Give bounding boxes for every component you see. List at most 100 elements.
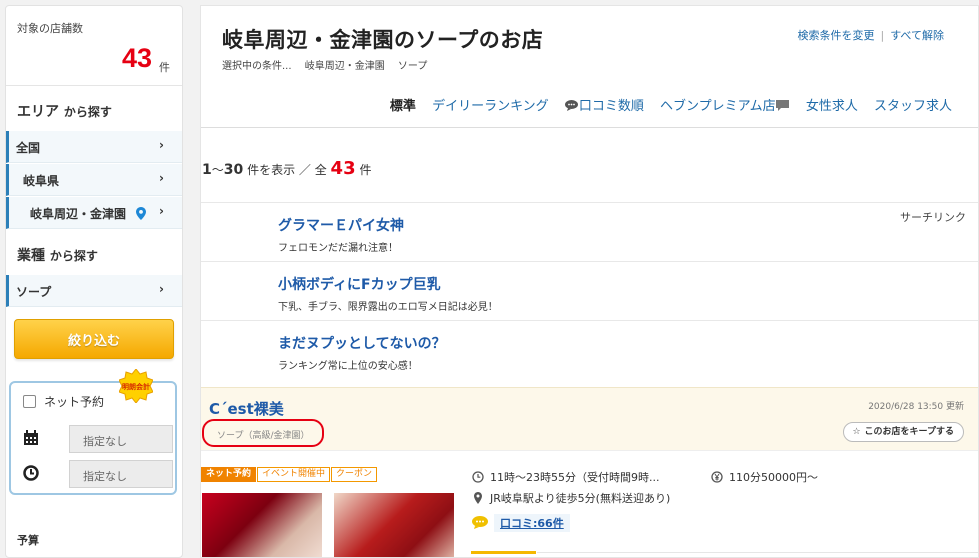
svg-text:明朗会計: 明朗会計 — [122, 382, 150, 391]
sidebar-item-nationwide[interactable]: 全国 › — [6, 131, 182, 163]
breadcrumb-item: ソープ — [397, 61, 428, 72]
area-heading-text: エリア — [17, 104, 59, 120]
net-reserve-label: ネット予約 — [44, 395, 105, 409]
sidebar-item-gifu-kanazuen[interactable]: 岐阜周辺・金津園 › — [6, 197, 182, 229]
shop-access: JR岐阜駅より徒歩5分(無料送迎あり) — [472, 490, 670, 506]
chevron-right-icon: › — [159, 282, 164, 296]
speech-bubble-icon — [564, 100, 578, 111]
net-reserve-checkbox[interactable]: ネット予約 — [23, 393, 104, 410]
store-count-label: 対象の店舗数 — [17, 22, 83, 35]
reserve-box: 明朗会計 ネット予約 指定なし 指定なし — [9, 369, 177, 495]
sidebar-item-label: ソープ — [16, 285, 52, 299]
breadcrumb: 選択中の条件... 岐阜周辺・金津園 ソープ — [222, 57, 437, 72]
keep-shop-button[interactable]: ☆ このお店をキープする — [843, 422, 964, 442]
link-separator: | — [880, 29, 885, 42]
store-count-unit: 件 — [159, 61, 170, 74]
sidebar-item-label: 全国 — [16, 141, 41, 155]
yen-icon — [711, 471, 723, 483]
shop-access-text: JR岐阜駅より徒歩5分(無料送迎あり) — [490, 492, 671, 505]
detail-tab-indicator — [471, 551, 536, 554]
result-unit: 件 — [359, 163, 372, 177]
tab-daily-ranking[interactable]: デイリーランキング — [432, 99, 549, 114]
tab-female-jobs[interactable]: 女性求人 — [806, 99, 858, 114]
clock-icon — [23, 465, 39, 481]
area-heading-suffix: から探す — [63, 105, 112, 119]
tag-net-reserve: ネット予約 — [201, 467, 257, 482]
shop-genre: ソープ（高級/金津園） — [202, 419, 324, 447]
filter-button[interactable]: 絞り込む — [14, 319, 174, 359]
tab-staff-jobs[interactable]: スタッフ求人 — [874, 99, 952, 114]
sponsor-item[interactable]: まだヌプッとしてないの？ ランキング常に上位の安心感！ — [201, 320, 978, 379]
shop-updated: 2020/6/28 13:50 更新 — [868, 402, 964, 412]
star-icon: ☆ — [852, 427, 861, 437]
change-conditions-link[interactable]: 検索条件を変更 — [797, 29, 874, 42]
page: 対象の店舗数 43 件 エリア から探す 全国 › 岐阜県 › 岐阜周辺・金津園… — [0, 0, 979, 558]
chevron-right-icon: › — [159, 204, 164, 218]
shop-hours-text: 11時～23時55分（受付時間9時... — [490, 471, 660, 484]
sidebar-item-label: 岐阜周辺・金津園 — [30, 207, 127, 221]
sidebar-item-label: 岐阜県 — [23, 174, 60, 188]
clear-price-badge-icon: 明朗会計 — [119, 369, 153, 403]
sponsor-title[interactable]: 小柄ボディにFカップ巨乳 — [278, 274, 441, 294]
map-pin-icon — [136, 207, 147, 220]
shop-name[interactable]: C´est裸美 — [209, 398, 284, 419]
clock-icon — [472, 471, 484, 483]
keep-shop-label: このお店をキープする — [864, 427, 954, 437]
tab-review-count[interactable]: 口コミ数順 — [564, 99, 644, 114]
sponsor-subtitle: ランキング常に上位の安心感！ — [278, 361, 418, 372]
shop-hours: 11時～23時55分（受付時間9時... — [472, 469, 659, 485]
tab-label: 口コミ数順 — [578, 99, 644, 114]
checkbox[interactable] — [23, 395, 36, 408]
store-count-value: 43 — [121, 43, 152, 73]
page-title: 岐阜周辺・金津園のソープのお店 — [222, 28, 544, 52]
shop-price: 110分50000円～ — [711, 469, 818, 485]
main-content: 岐阜周辺・金津園のソープのお店 選択中の条件... 岐阜周辺・金津園 ソープ 検… — [200, 5, 979, 558]
breadcrumb-item: 選択中の条件... — [222, 61, 292, 72]
comment-icon — [775, 100, 789, 111]
shop-reviews-link[interactable]: 口コミ:66件 — [494, 514, 570, 532]
result-start: 1 — [202, 162, 212, 178]
shop-price-text: 110分50000円～ — [729, 471, 818, 484]
shop-tags: ネット予約 イベント開催中 クーポン — [201, 467, 378, 483]
shop-photo[interactable] — [202, 493, 322, 557]
result-total: 43 — [330, 158, 356, 179]
sponsor-item[interactable]: グラマーＥパイ女神 フェロモンだだ漏れ注意！ — [201, 202, 978, 261]
tab-label: ヘブンプレミアム店 — [659, 99, 776, 114]
breadcrumb-item: 岐阜周辺・金津園 — [304, 61, 385, 72]
shop-photo[interactable] — [334, 493, 454, 557]
clear-all-link[interactable]: すべて解除 — [890, 29, 944, 42]
time-field[interactable]: 指定なし — [69, 460, 173, 488]
detail-tab-line — [537, 552, 978, 553]
shop-header: C´est裸美 ソープ（高級/金津園） 2020/6/28 13:50 更新 ☆… — [201, 387, 978, 451]
sponsor-subtitle: フェロモンだだ漏れ注意！ — [278, 243, 398, 254]
sort-tabs: 標準 デイリーランキング 口コミ数順 ヘブンプレミアム店 女性求人 スタッフ求人 — [378, 95, 952, 114]
sponsor-title[interactable]: グラマーＥパイ女神 — [278, 215, 404, 235]
result-end: 30 — [223, 162, 244, 178]
chevron-right-icon: › — [159, 138, 164, 152]
genre-heading-suffix: から探す — [49, 249, 98, 263]
shop-thumbnails — [202, 493, 454, 557]
sidebar: 対象の店舗数 43 件 エリア から探す 全国 › 岐阜県 › 岐阜周辺・金津園… — [5, 5, 183, 558]
area-heading: エリア から探す — [6, 86, 182, 131]
sidebar-item-soap[interactable]: ソープ › — [6, 275, 182, 307]
header-links: 検索条件を変更 | すべて解除 — [797, 27, 944, 43]
genre-heading: 業種 から探す — [6, 230, 182, 275]
result-count: 1～30 件を表示 ／ 全 43 件 — [202, 158, 372, 179]
date-field[interactable]: 指定なし — [69, 425, 173, 453]
sponsor-title[interactable]: まだヌプッとしてないの？ — [278, 333, 446, 353]
map-pin-icon — [474, 492, 482, 504]
sidebar-item-gifu[interactable]: 岐阜県 › — [6, 164, 182, 196]
speech-bubble-icon — [472, 516, 488, 529]
tab-standard[interactable]: 標準 — [390, 99, 416, 114]
tab-heaven-premium[interactable]: ヘブンプレミアム店 — [660, 99, 790, 114]
calendar-icon — [24, 430, 38, 445]
sponsor-subtitle: 下乳、手ブラ、限界露出のエロ写メ日記は必見！ — [278, 302, 498, 313]
shop-reviews[interactable]: 口コミ:66件 — [472, 514, 570, 532]
genre-heading-text: 業種 — [17, 248, 45, 264]
tag-event: イベント開催中 — [257, 467, 331, 482]
result-mid-text: 件を表示 ／ 全 — [247, 163, 327, 177]
budget-label: 予算 — [17, 534, 39, 547]
sponsor-item[interactable]: 小柄ボディにFカップ巨乳 下乳、手ブラ、限界露出のエロ写メ日記は必見！ — [201, 261, 978, 320]
tag-coupon: クーポン — [331, 467, 378, 482]
store-count-box: 対象の店舗数 43 件 — [6, 6, 182, 86]
